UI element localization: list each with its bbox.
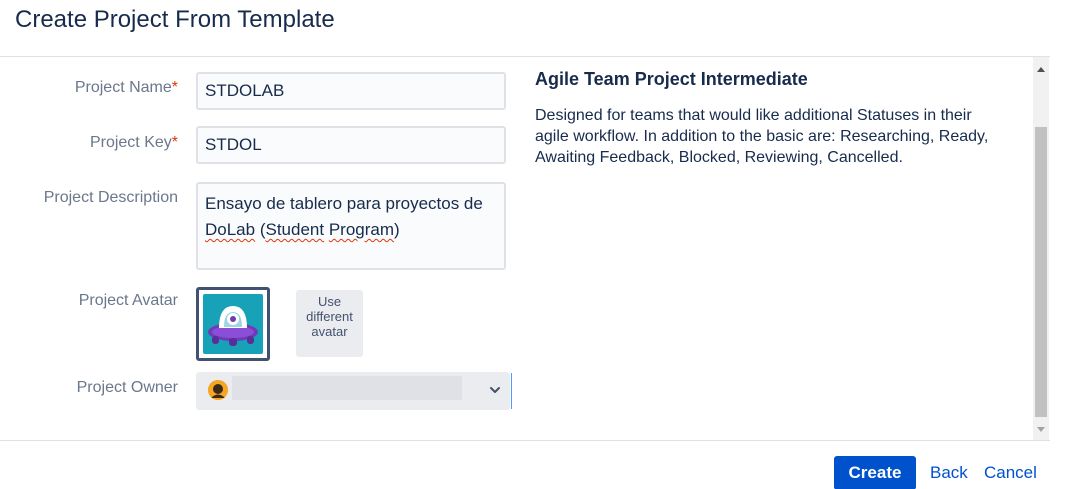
cancel-button[interactable]: Cancel [984, 463, 1037, 483]
project-key-label: Project Key* [89, 134, 178, 151]
form-labels: Project Name* Project Key* Project Descr… [0, 0, 178, 440]
project-name-label: Project Name* [74, 79, 178, 96]
user-avatar-icon [208, 380, 228, 400]
scroll-up-arrow-icon[interactable] [1037, 67, 1045, 72]
project-description-label: Project Description [43, 189, 178, 206]
project-owner-select[interactable] [196, 372, 510, 410]
project-name-input[interactable]: STDOLAB [196, 72, 506, 110]
scroll-down-arrow-icon[interactable] [1037, 427, 1045, 432]
footer-divider [0, 440, 1050, 441]
focus-indicator [511, 373, 512, 409]
create-button[interactable]: Create [834, 456, 916, 489]
purple-robot-avatar-icon [203, 294, 263, 354]
back-button[interactable]: Back [930, 463, 968, 483]
required-marker: * [171, 134, 178, 151]
project-avatar-label: Project Avatar [78, 292, 178, 309]
selected-avatar[interactable] [196, 287, 270, 361]
use-different-avatar-button[interactable]: Use different avatar [296, 290, 363, 357]
create-project-dialog: Create Project From Template Project Nam… [0, 0, 1065, 489]
project-owner-label: Project Owner [76, 379, 178, 396]
template-description: Designed for teams that would like addit… [535, 107, 989, 166]
project-description-textarea[interactable]: Ensayo de tablero para proyectos de DoLa… [196, 182, 506, 270]
project-key-input[interactable]: STDOL [196, 126, 506, 164]
chevron-down-icon[interactable] [488, 383, 502, 397]
scrollbar-thumb[interactable] [1035, 127, 1047, 417]
template-title: Agile Team Project Intermediate [535, 69, 808, 89]
vertical-scrollbar[interactable] [1033, 57, 1049, 440]
required-marker: * [171, 79, 178, 96]
owner-name-redacted [232, 376, 462, 400]
